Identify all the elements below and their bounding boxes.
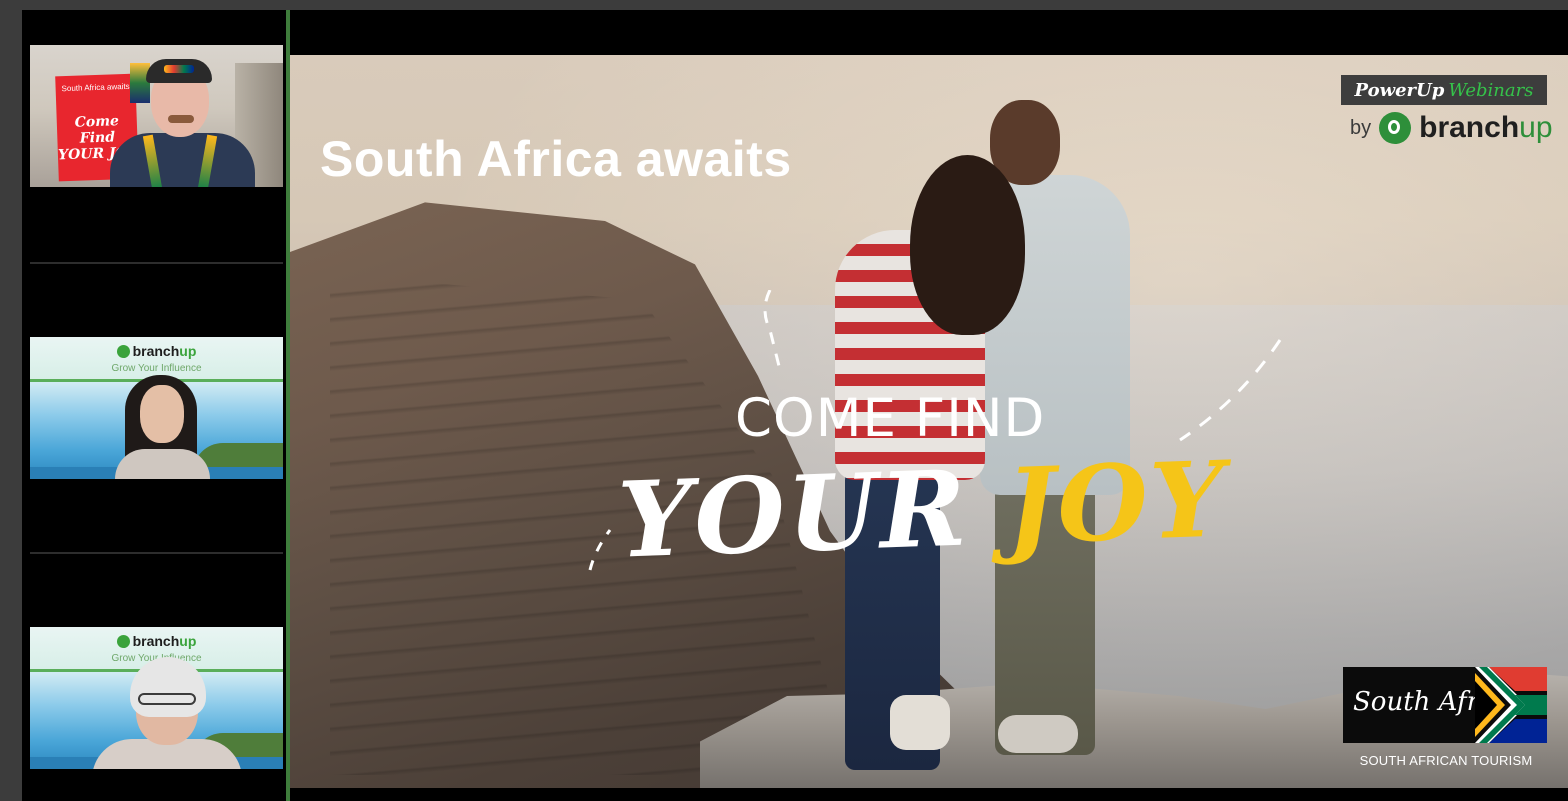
branchup-icon (1379, 112, 1412, 144)
video-call-window: South Africa awaits Come Find YOUR JOY br… (0, 0, 1568, 801)
south-african-tourism-label: SOUTH AFRICAN TOURISM (1359, 753, 1533, 768)
branchup-logo: branchup (30, 633, 283, 649)
branchup-byline: by branchup (1350, 108, 1553, 148)
woman-hair (910, 155, 1025, 335)
flag-icon (1475, 667, 1547, 743)
your-word: YOUR (616, 446, 971, 582)
slide-headline: South Africa awaits (320, 131, 792, 187)
by-text: by (1350, 116, 1372, 139)
powerup-text: PowerUp (1354, 79, 1445, 101)
come-find-text: COME FIND (735, 388, 1046, 449)
participant-body (115, 449, 210, 479)
branchup-tagline: Grow Your Influence (111, 363, 202, 374)
branchup-icon (116, 635, 130, 648)
tile-separator (30, 262, 283, 264)
mustache (168, 115, 194, 123)
man-shoe (998, 715, 1078, 753)
your-joy-text: YOUR JOY (616, 437, 1228, 581)
glasses (138, 693, 196, 705)
powerup-webinars-logo: PowerUp Webinars (1341, 75, 1547, 105)
joy-word: JOY (1003, 437, 1229, 569)
participant-body (110, 133, 255, 187)
tile-separator (30, 552, 283, 554)
participant-tile-1[interactable]: South Africa awaits Come Find YOUR JOY (30, 45, 283, 187)
webinars-text: Webinars (1448, 79, 1534, 101)
participant-sidebar: South Africa awaits Come Find YOUR JOY br… (22, 10, 286, 801)
woman-shoe (890, 695, 950, 750)
participant-face (140, 385, 184, 443)
wall-art (130, 63, 150, 103)
branchup-icon (116, 345, 130, 358)
poster-small-text: South Africa awaits (61, 81, 130, 94)
cap (146, 59, 212, 83)
participant-tile-3[interactable]: branchup Grow Your Influence (30, 627, 283, 769)
branchup-wordmark: branchup (1419, 111, 1553, 144)
branchup-logo: branchup (30, 343, 283, 359)
south-africa-logo: South Africa (1343, 667, 1547, 743)
participant-tile-2[interactable]: branchup Grow Your Influence (30, 337, 283, 479)
